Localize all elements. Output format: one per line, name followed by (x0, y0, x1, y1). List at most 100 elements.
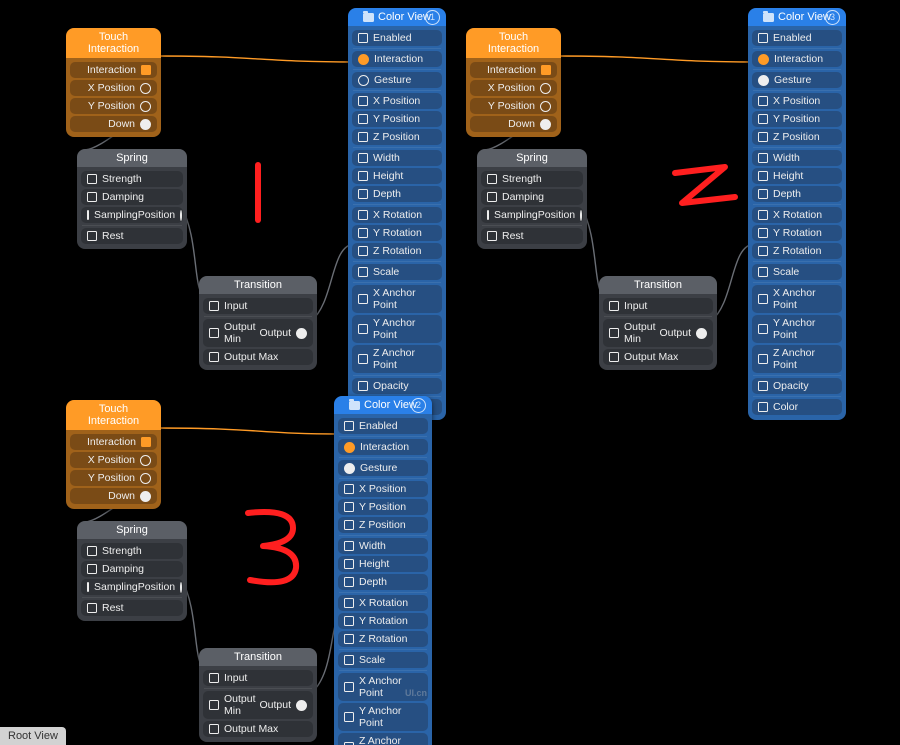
color-view-node[interactable]: Color View1 Enabled Interaction Gesture … (348, 8, 446, 420)
port-y-rotation[interactable]: Y Rotation (338, 613, 428, 629)
port-z-rotation[interactable]: Z Rotation (352, 243, 442, 259)
port-z-position[interactable]: Z Position (338, 517, 428, 533)
port-opacity[interactable]: Opacity (352, 378, 442, 394)
port-z-anchor[interactable]: Z Anchor Point (338, 733, 428, 745)
touch-interaction-node[interactable]: Touch Interaction Interaction X Position… (466, 28, 561, 137)
port-y-rotation[interactable]: Y Rotation (352, 225, 442, 241)
port-width[interactable]: Width (352, 150, 442, 166)
port-down[interactable]: Down (470, 116, 557, 132)
port-y-position[interactable]: Y Position (70, 98, 157, 114)
port-input[interactable]: Input (203, 298, 313, 314)
touch-interaction-node[interactable]: Touch Interaction Interaction X Position… (66, 400, 161, 509)
port-y-position[interactable]: Y Position (752, 111, 842, 127)
port-width[interactable]: Width (338, 538, 428, 554)
port-strength[interactable]: Strength (81, 171, 183, 187)
port-x-position[interactable]: X Position (470, 80, 557, 96)
port-x-rotation[interactable]: X Rotation (338, 595, 428, 611)
port-damping[interactable]: Damping (481, 189, 583, 205)
port-x-position[interactable]: X Position (70, 452, 157, 468)
port-gesture[interactable]: Gesture (352, 72, 442, 88)
port-sampling-position[interactable]: SamplingPosition (481, 207, 583, 223)
port-depth[interactable]: Depth (752, 186, 842, 202)
port-height[interactable]: Height (752, 168, 842, 184)
port-z-position[interactable]: Z Position (752, 129, 842, 145)
port-in-icon (487, 192, 497, 202)
port-width[interactable]: Width (752, 150, 842, 166)
transition-node[interactable]: Transition Input Output MinOutput Output… (599, 276, 717, 370)
port-rest[interactable]: Rest (81, 600, 183, 616)
color-view-node[interactable]: Color View3 Enabled Interaction Gesture … (748, 8, 846, 420)
touch-interaction-node[interactable]: Touch Interaction Interaction X Position… (66, 28, 161, 137)
port-interaction[interactable]: Interaction (70, 434, 157, 450)
port-scale[interactable]: Scale (338, 652, 428, 668)
port-rest[interactable]: Rest (481, 228, 583, 244)
port-output-row[interactable]: Output MinOutput (203, 319, 313, 347)
transition-node[interactable]: Transition Input Output MinOutput Output… (199, 276, 317, 370)
port-interaction[interactable]: Interaction (70, 62, 157, 78)
port-damping[interactable]: Damping (81, 189, 183, 205)
root-view-button[interactable]: Root View (0, 727, 66, 745)
folder-icon (763, 13, 774, 22)
port-enabled[interactable]: Enabled (338, 418, 428, 434)
port-strength[interactable]: Strength (481, 171, 583, 187)
port-x-position[interactable]: X Position (338, 481, 428, 497)
port-input[interactable]: Input (203, 670, 313, 686)
port-y-position[interactable]: Y Position (70, 470, 157, 486)
port-scale[interactable]: Scale (352, 264, 442, 280)
port-strength[interactable]: Strength (81, 543, 183, 559)
port-sampling-position[interactable]: SamplingPosition (81, 207, 183, 223)
spring-node[interactable]: Spring Strength Damping SamplingPosition… (477, 149, 587, 249)
port-output-max[interactable]: Output Max (203, 721, 313, 737)
port-x-anchor[interactable]: X Anchor Point (352, 285, 442, 313)
port-output-row[interactable]: Output MinOutput (603, 319, 713, 347)
port-opacity[interactable]: Opacity (752, 378, 842, 394)
port-gesture[interactable]: Gesture (338, 460, 428, 476)
port-color[interactable]: Color (752, 399, 842, 415)
port-y-anchor[interactable]: Y Anchor Point (352, 315, 442, 343)
port-y-rotation[interactable]: Y Rotation (752, 225, 842, 241)
port-y-position[interactable]: Y Position (352, 111, 442, 127)
port-y-position[interactable]: Y Position (470, 98, 557, 114)
port-in-icon (758, 324, 768, 334)
port-z-rotation[interactable]: Z Rotation (752, 243, 842, 259)
spring-node[interactable]: Spring Strength Damping SamplingPosition… (77, 149, 187, 249)
port-z-position[interactable]: Z Position (352, 129, 442, 145)
port-output-max[interactable]: Output Max (603, 349, 713, 365)
port-damping[interactable]: Damping (81, 561, 183, 577)
port-y-anchor[interactable]: Y Anchor Point (752, 315, 842, 343)
port-down[interactable]: Down (70, 116, 157, 132)
port-input[interactable]: Input (603, 298, 713, 314)
port-depth[interactable]: Depth (338, 574, 428, 590)
port-height[interactable]: Height (352, 168, 442, 184)
port-out-icon (296, 700, 307, 711)
port-x-rotation[interactable]: X Rotation (752, 207, 842, 223)
port-y-anchor[interactable]: Y Anchor Point (338, 703, 428, 731)
port-x-rotation[interactable]: X Rotation (352, 207, 442, 223)
port-enabled[interactable]: Enabled (752, 30, 842, 46)
port-z-rotation[interactable]: Z Rotation (338, 631, 428, 647)
port-interaction[interactable]: Interaction (470, 62, 557, 78)
port-z-anchor[interactable]: Z Anchor Point (752, 345, 842, 373)
port-x-anchor[interactable]: X Anchor Point (752, 285, 842, 313)
port-scale[interactable]: Scale (752, 264, 842, 280)
port-x-position[interactable]: X Position (352, 93, 442, 109)
port-y-position[interactable]: Y Position (338, 499, 428, 515)
port-interaction[interactable]: Interaction (752, 51, 842, 67)
port-rest[interactable]: Rest (81, 228, 183, 244)
port-enabled[interactable]: Enabled (352, 30, 442, 46)
spring-node[interactable]: Spring Strength Damping SamplingPosition… (77, 521, 187, 621)
port-gesture[interactable]: Gesture (752, 72, 842, 88)
port-x-position[interactable]: X Position (752, 93, 842, 109)
port-height[interactable]: Height (338, 556, 428, 572)
port-depth[interactable]: Depth (352, 186, 442, 202)
port-x-position[interactable]: X Position (70, 80, 157, 96)
transition-node[interactable]: Transition Input Output MinOutput Output… (199, 648, 317, 742)
port-interaction[interactable]: Interaction (352, 51, 442, 67)
port-output-row[interactable]: Output MinOutput (203, 691, 313, 719)
instance-number: 3 (825, 10, 840, 25)
port-output-max[interactable]: Output Max (203, 349, 313, 365)
port-down[interactable]: Down (70, 488, 157, 504)
port-sampling-position[interactable]: SamplingPosition (81, 579, 183, 595)
port-interaction[interactable]: Interaction (338, 439, 428, 455)
port-z-anchor[interactable]: Z Anchor Point (352, 345, 442, 373)
